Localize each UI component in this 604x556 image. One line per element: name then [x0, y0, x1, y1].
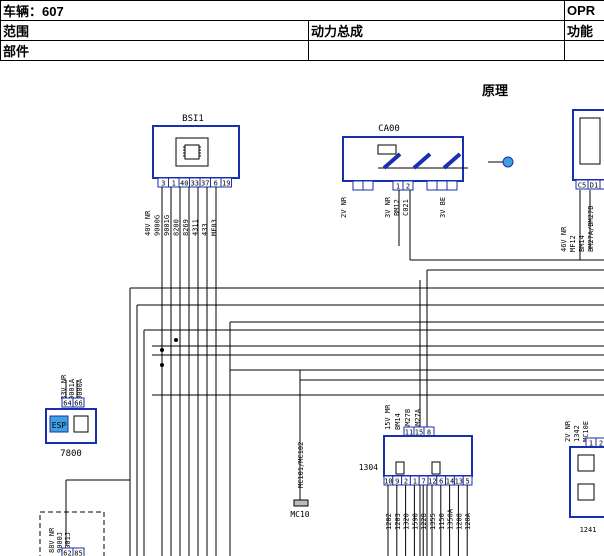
ground-symbol [293, 499, 309, 507]
module-wire-label: 88V NR [48, 527, 56, 553]
relay-bottom-label: 1350A [447, 508, 455, 530]
pin-label: 19 [222, 180, 230, 188]
ca00-pin-box [436, 180, 448, 191]
ca00-name: CA00 [378, 124, 400, 134]
pin-label: 37 [201, 180, 209, 188]
relay-coil [395, 461, 405, 475]
ca00-label: 3V BE [439, 197, 447, 218]
pin-label: 1 [413, 478, 417, 486]
relay-bottom-label: 1320 [403, 513, 411, 530]
ca00-pin-box [446, 180, 458, 191]
ca00-label: 2V NR [340, 196, 348, 218]
sensor-wire-label: 1342 [573, 425, 581, 442]
pin-label: 2 [404, 478, 408, 486]
pin-label: 14 [446, 478, 454, 486]
relay-bottom-label: 120A [464, 512, 472, 530]
ca00-pin-box [426, 180, 438, 191]
relay-bottom-label: 1228 [420, 513, 428, 530]
relay-bottom-label: 1208 [455, 513, 463, 530]
relay-bottom-label: 1590 [411, 513, 419, 530]
wiring-diagram: BSI13 1 40 33 37 6 1940V NR 9000G 9001G 8200 8269 4… [39, 109, 604, 556]
pin-label: 6 [439, 478, 443, 486]
bsm-wire-label: BM14 [578, 235, 586, 252]
pin-label: 9 [395, 478, 399, 486]
junction-dot [160, 348, 164, 352]
bsm-inner [579, 117, 601, 165]
relay-coil [431, 461, 441, 475]
pin-label: 1 [396, 183, 400, 191]
switch-contact [377, 144, 397, 155]
bsm-wire-label: BM27A/BM27B [587, 206, 595, 252]
relay-wire-label: BM14 [394, 413, 402, 430]
pin-label: 6 [214, 180, 218, 188]
ca00-wire-label: C021 [402, 199, 410, 216]
relay-name: 1304 [359, 463, 378, 472]
bsi-name: BSI1 [182, 114, 204, 124]
pin-label: 10 [384, 478, 392, 486]
ground-label: MC101/MC102 [297, 442, 305, 488]
pin-label: 64 [63, 400, 71, 408]
relay-bottom-label: 1355 [429, 513, 437, 530]
bsi-wire-label: 8200 [173, 219, 181, 236]
pin-label: 33 [191, 180, 199, 188]
relay-bottom-label: 1203 [394, 513, 402, 530]
bsi-wire-label: 9000G [154, 215, 162, 236]
bsm-wire-label: 46V NR [560, 226, 568, 252]
esp-tag: ESP [52, 421, 67, 430]
bsi-wire-label: MF03 [211, 219, 219, 236]
bsm-wire-label: MF12 [569, 235, 577, 252]
junction-dot [160, 363, 164, 367]
pin-label: 13 [455, 478, 463, 486]
bsi-wire-label: 433 [201, 223, 209, 236]
esp-wire-label: 83V NR [60, 374, 68, 400]
sensor-wire-label: 2V NR [564, 420, 572, 442]
ground-name: MC10 [290, 510, 309, 519]
pin-label: 85 [74, 550, 82, 556]
pin-label: 5 [465, 478, 469, 486]
pin-label: 1 [172, 180, 176, 188]
sensor-element [577, 454, 595, 472]
ca00-wire-label: BM12 [393, 199, 401, 216]
ca00-pin-box [362, 180, 374, 191]
sensor-name: 1241 [580, 526, 597, 534]
sensor-element [577, 483, 595, 501]
relay-bottom-label: 1150 [438, 513, 446, 530]
pin-label: 40 [180, 180, 188, 188]
pin-label: 7 [421, 478, 425, 486]
bsi-wire-label: 9001G [163, 215, 171, 236]
pin-label: 12 [428, 478, 436, 486]
relay-wire-label: 15V MR [384, 404, 392, 430]
relay-bottom-label: 1202 [385, 513, 393, 530]
pin-label: 62 [63, 550, 71, 556]
esp-chip [73, 415, 89, 433]
ca00-box [342, 136, 464, 182]
esp-name: 7800 [60, 449, 82, 459]
esp-wire-label: 9001A [68, 378, 76, 400]
pin-label: 2 [406, 183, 410, 191]
pin-label: C5 [578, 182, 586, 190]
junction-dot [174, 338, 178, 342]
pin-label: 3 [161, 180, 165, 188]
key-icon [502, 156, 514, 168]
bsi-chip-core [184, 144, 200, 160]
pin-label: 66 [74, 400, 82, 408]
ca00-pin-box [352, 180, 364, 191]
bsi-wire-label: 40V NR [144, 210, 152, 236]
pin-label: D1 [590, 182, 598, 190]
ca00-label: 3V NR [384, 196, 392, 218]
